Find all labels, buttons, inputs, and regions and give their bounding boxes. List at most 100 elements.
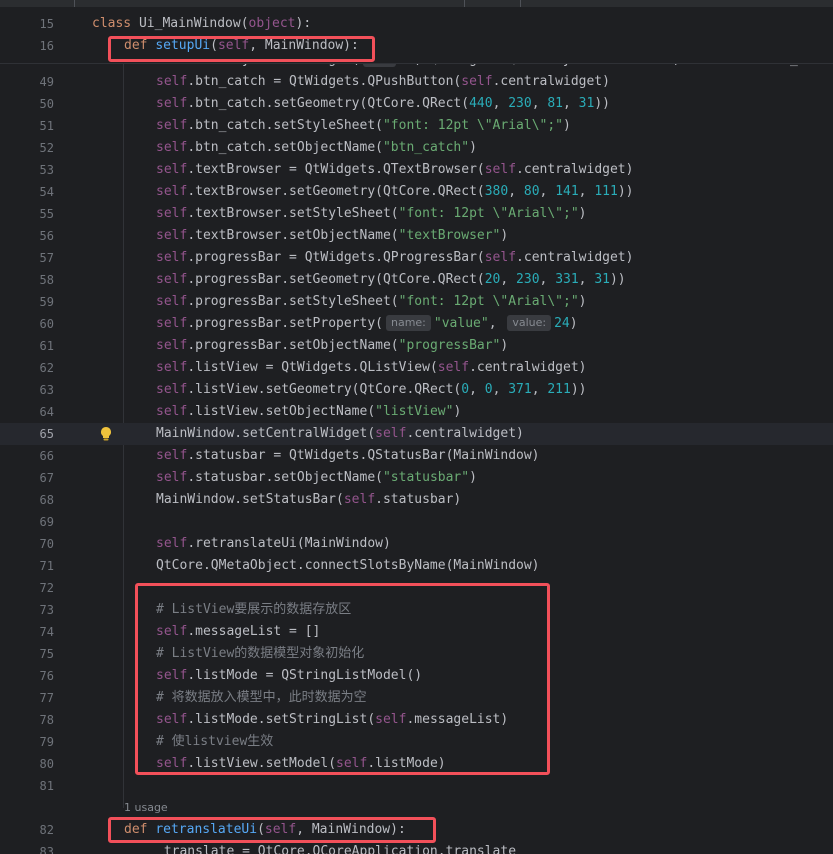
code-token: "font: 12pt \"Arial\";"	[398, 294, 579, 309]
code-editor[interactable]: 48self.formLayout.setWidget(row: 1, QtWi…	[0, 0, 833, 854]
code-line[interactable]: 59 self.progressBar.setStyleSheet("font: …	[0, 291, 833, 313]
code-token: 0	[484, 382, 493, 397]
code-token: self	[343, 492, 376, 507]
code-line[interactable]: 69	[0, 511, 833, 533]
code-token: self	[156, 382, 188, 397]
code-token: )	[453, 404, 462, 419]
code-token: )	[469, 470, 477, 485]
code-line[interactable]: 62 self.listView = QtWidgets.QListView(se…	[0, 357, 833, 379]
code-line[interactable]: 55 self.textBrowser.setStyleSheet("font: …	[0, 203, 833, 225]
code-token: .btn_catch.setStyleSheet(	[187, 118, 383, 133]
code-line[interactable]: 60 self.progressBar.setProperty(name: "val…	[0, 313, 833, 335]
code-token: .centralwidget)	[406, 426, 524, 441]
code-line[interactable]: 51 self.btn_catch.setStyleSheet("font: 12…	[0, 115, 833, 137]
code-line[interactable]: 49 self.btn_catch = QtWidgets.QPushButton…	[0, 71, 833, 93]
code-token: self	[156, 536, 188, 551]
parameter-hint: value:	[507, 315, 552, 331]
code-text: self.progressBar = QtWidgets.QProgressBa…	[156, 247, 633, 269]
code-line[interactable]: 50 self.btn_catch.setGeometry(QtCore.QRec…	[0, 93, 833, 115]
code-token: ,	[492, 382, 509, 397]
code-token: .statusbar = QtWidgets.QStatusBar(MainWi…	[187, 448, 540, 463]
code-line[interactable]: 81	[0, 775, 833, 797]
code-token: 380	[484, 184, 509, 199]
code-line[interactable]: 65 MainWindow.setCentralWidget(self.centr…	[0, 423, 833, 445]
code-token: .progressBar.setGeometry(QtCore.QRect(	[187, 272, 485, 287]
line-number: 60	[39, 317, 54, 331]
code-token: .textBrowser.setObjectName(	[187, 228, 399, 243]
code-line[interactable]: 54 self.textBrowser.setGeometry(QtCore.QR…	[0, 181, 833, 203]
code-token: 80	[523, 184, 540, 199]
code-token: 24	[554, 316, 570, 331]
code-token: ))	[617, 184, 634, 199]
code-text: self.listView.setObjectName("listView")	[156, 401, 461, 423]
highlight-setupui-def	[108, 36, 375, 62]
code-token: self	[484, 250, 517, 265]
line-number: 81	[39, 779, 54, 793]
code-line[interactable]: 67 self.statusbar.setObjectName("statusba…	[0, 467, 833, 489]
code-token: .progressBar.setObjectName(	[187, 338, 399, 353]
code-text: self.btn_catch.setObjectName("btn_catch"…	[156, 137, 477, 159]
line-number: 73	[39, 603, 54, 617]
line-number: 70	[39, 537, 54, 551]
code-text: self.progressBar.setProperty(name: "value…	[156, 313, 578, 335]
code-token: .progressBar = QtWidgets.QProgressBar(	[187, 250, 485, 265]
code-token: .textBrowser = QtWidgets.QTextBrowser(	[187, 162, 485, 177]
code-token: ,	[531, 96, 548, 111]
line-number: 54	[39, 185, 54, 199]
line-number: 52	[39, 141, 54, 155]
lightbulb-icon[interactable]	[99, 426, 113, 442]
code-token: .statusbar.setObjectName(	[187, 470, 383, 485]
code-line[interactable]: 52 self.btn_catch.setObjectName("btn_catc…	[0, 137, 833, 159]
code-line[interactable]: 68 MainWindow.setStatusBar(self.statusbar…	[0, 489, 833, 511]
line-number: 78	[39, 713, 54, 727]
code-line[interactable]: 58 self.progressBar.setGeometry(QtCore.QR…	[0, 269, 833, 291]
line-number: 79	[39, 735, 54, 749]
code-token: )	[578, 206, 587, 221]
line-number: 49	[39, 75, 54, 89]
code-token: ,	[500, 272, 517, 287]
code-text: self.progressBar.setObjectName("progress…	[156, 335, 508, 357]
code-token: .listView.setObjectName(	[187, 404, 376, 419]
code-text: self.btn_catch = QtWidgets.QPushButton(s…	[156, 71, 610, 93]
code-line[interactable]: 66 self.statusbar = QtWidgets.QStatusBar(…	[0, 445, 833, 467]
code-token: .btn_catch.setGeometry(QtCore.QRect(	[187, 96, 470, 111]
code-token: "font: 12pt \"Arial\";"	[382, 118, 563, 133]
code-line[interactable]: 70 self.retranslateUi(MainWindow)	[0, 533, 833, 555]
code-token: 371	[508, 382, 532, 397]
code-token: self	[156, 162, 188, 177]
highlight-listview-block	[135, 583, 550, 775]
code-line[interactable]: 63 self.listView.setGeometry(QtCore.QRect…	[0, 379, 833, 401]
code-text: MainWindow.setCentralWidget(self.central…	[156, 423, 524, 445]
code-text: self.listView.setGeometry(QtCore.QRect(0…	[156, 379, 587, 401]
code-token: 111	[594, 184, 618, 199]
code-line[interactable]: 61 self.progressBar.setObjectName("progre…	[0, 335, 833, 357]
line-number: 56	[39, 229, 54, 243]
code-text: self.progressBar.setGeometry(QtCore.QRec…	[156, 269, 626, 291]
code-token: .statusbar)	[375, 492, 462, 507]
code-token: self	[156, 404, 188, 419]
code-line[interactable]: 56 self.textBrowser.setObjectName("textBr…	[0, 225, 833, 247]
code-line[interactable]: 71 QtCore.QMetaObject.connectSlotsByName(…	[0, 555, 833, 577]
code-token: .centralwidget)	[516, 162, 634, 177]
code-line[interactable]: 57 self.progressBar = QtWidgets.QProgress…	[0, 247, 833, 269]
code-line[interactable]: 53 self.textBrowser = QtWidgets.QTextBrow…	[0, 159, 833, 181]
code-token: self	[156, 250, 188, 265]
code-line[interactable]: 15 class Ui_MainWindow(object):	[0, 13, 833, 35]
code-token: "textBrowser"	[398, 228, 501, 243]
code-token: .btn_catch.setObjectName(	[187, 140, 383, 155]
code-token: 81	[547, 96, 564, 111]
code-text: MainWindow.setStatusBar(self.statusbar)	[156, 489, 461, 511]
code-token: QtCore.QMetaObject.connectSlotsByName(Ma…	[156, 558, 540, 573]
code-token: self	[156, 272, 188, 287]
code-line[interactable]: 64 self.listView.setObjectName("listView"…	[0, 401, 833, 423]
line-number: 53	[39, 163, 54, 177]
line-number: 58	[39, 273, 54, 287]
usage-hint[interactable]: 1 usage	[124, 797, 168, 819]
code-token: self	[156, 338, 188, 353]
line-number: 62	[39, 361, 54, 375]
code-text: class Ui_MainWindow(object):	[92, 13, 311, 35]
code-token: "listView"	[375, 404, 454, 419]
line-number: 15	[39, 17, 54, 31]
highlight-retranslateui-def	[108, 817, 436, 843]
code-token: )	[469, 140, 477, 155]
